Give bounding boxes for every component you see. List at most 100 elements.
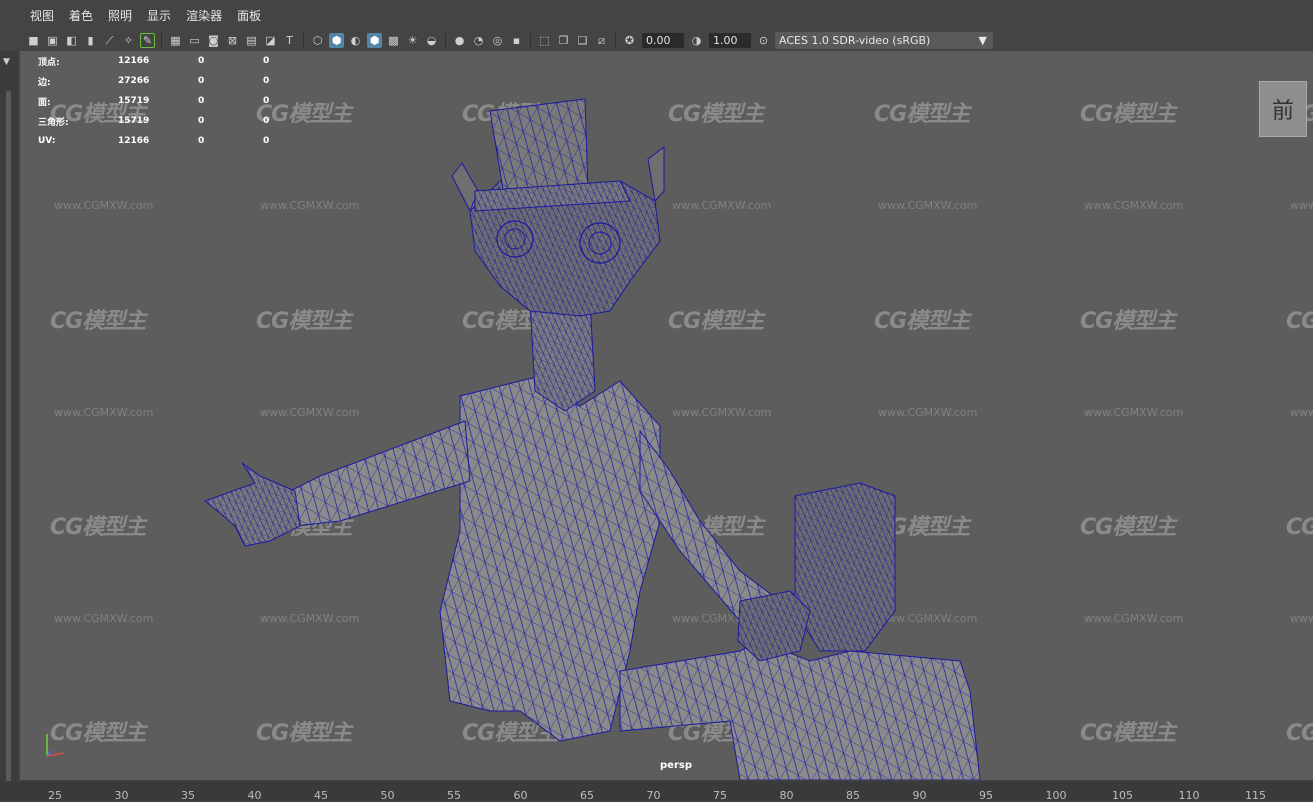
hud-value: 0 <box>198 76 205 86</box>
timeline-tick-label: 45 <box>314 789 328 802</box>
panel-toolbar: ■ ▣ ◧ ▮ ⟋ ✧ ✎ ▦ ▭ ◙ ⊠ ▤ ◪ T ⬡ ⬢ ◐ ⬢ ▩ ☀ … <box>0 30 1313 51</box>
hud-row: 边: 27266 0 0 <box>38 71 293 91</box>
menu-renderer[interactable]: 渲染器 <box>186 7 222 24</box>
wireframe-model <box>203 98 981 780</box>
viewport-persp[interactable]: CG模型主CG模型主CG模型主CG模型主CG模型主CG模型主CG模型主www.C… <box>20 51 1313 780</box>
hud-value: 0 <box>198 116 205 126</box>
toolbar-divider <box>615 33 616 48</box>
xray-joints-icon[interactable]: ❑ <box>575 33 590 48</box>
timeline-tick-label: 30 <box>114 789 129 802</box>
hud-value: 15719 <box>118 116 150 126</box>
wireframe-on-shaded-icon[interactable]: ⬢ <box>367 33 382 48</box>
wireframe-icon[interactable]: ⬡ <box>310 33 325 48</box>
hud-row: UV: 12166 0 0 <box>38 131 293 151</box>
timeline-tick-label: 85 <box>846 789 860 802</box>
hud-value: 12166 <box>118 56 150 66</box>
grease-pencil-icon[interactable]: ✧ <box>121 33 136 48</box>
timeline-tick-label: 55 <box>447 789 461 802</box>
time-slider[interactable]: 25 30 35 40 45 50 55 60 65 70 75 80 85 90 95 100 105 110 1… <box>0 781 1313 802</box>
timeline-tick-label: 110 <box>1178 789 1200 802</box>
safe-title-icon[interactable]: T <box>282 33 297 48</box>
timeline-tick-label: 115 <box>1245 789 1266 802</box>
camera-attributes-icon[interactable]: ▣ <box>45 33 60 48</box>
hud-value: 0 <box>263 56 270 66</box>
timeline-tick-label: 75 <box>713 789 727 802</box>
hud-value: 0 <box>198 56 205 66</box>
depth-of-field-icon[interactable]: ▪ <box>509 33 524 48</box>
timeline-tick-label: 95 <box>979 789 993 802</box>
menu-panels[interactable]: 面板 <box>237 7 261 24</box>
select-camera-icon[interactable]: ■ <box>26 33 41 48</box>
hud-value: 12166 <box>118 136 150 146</box>
xray-components-icon[interactable]: ⧄ <box>594 33 609 48</box>
hud-value: 0 <box>263 76 270 86</box>
timeline-tick-label: 35 <box>181 789 195 802</box>
isolate-select-icon[interactable]: ⬚ <box>537 33 552 48</box>
timeline-tick-label: 70 <box>646 789 661 802</box>
hud-value: 0 <box>263 96 270 106</box>
exposure-field[interactable]: 0.00 <box>642 33 684 48</box>
shadows-icon[interactable]: ◒ <box>424 33 439 48</box>
camera-label: persp <box>660 760 692 771</box>
view-cube-label: 前 <box>1271 99 1294 124</box>
toolbar-divider <box>445 33 446 48</box>
field-chart-icon[interactable]: ▤ <box>244 33 259 48</box>
two-d-pan-icon[interactable]: ⟋ <box>102 33 117 48</box>
anti-aliasing-icon[interactable]: ◎ <box>490 33 505 48</box>
pencil-icon[interactable]: ✎ <box>140 33 155 48</box>
gate-mask-icon[interactable]: ⊠ <box>225 33 240 48</box>
view-cube[interactable]: 前 <box>1259 81 1307 137</box>
timeline-tick-label: 65 <box>580 789 594 802</box>
menu-show[interactable]: 显示 <box>147 7 171 24</box>
chevron-down-icon: ▼ <box>978 34 987 47</box>
menu-view[interactable]: 视图 <box>30 7 54 24</box>
grid-icon[interactable]: ▦ <box>168 33 183 48</box>
menu-shading[interactable]: 着色 <box>69 7 93 24</box>
toolbar-divider <box>303 33 304 48</box>
default-material-icon[interactable]: ◐ <box>348 33 363 48</box>
menu-bar: 视图 着色 照明 显示 渲染器 面板 <box>0 0 1313 30</box>
hud-value: 27266 <box>118 76 150 86</box>
hud-value: 15719 <box>118 96 150 106</box>
vertical-scrollbar[interactable] <box>6 91 11 791</box>
gamma-icon[interactable]: ◑ <box>689 33 704 48</box>
hud-label: 顶点: <box>38 57 60 68</box>
toolbar-divider <box>530 33 531 48</box>
view-transform-value: ACES 1.0 SDR-video (sRGB) <box>779 34 931 47</box>
exposure-icon[interactable]: ✪ <box>622 33 637 48</box>
motion-blur-icon[interactable]: ◔ <box>471 33 486 48</box>
timeline-tick-label: 80 <box>779 789 794 802</box>
lights-icon[interactable]: ☀ <box>405 33 420 48</box>
film-gate-icon[interactable]: ▭ <box>187 33 202 48</box>
axis-gizmo <box>46 734 65 757</box>
timeline-tick-label: 25 <box>48 789 62 802</box>
hud-label: 边: <box>38 77 51 88</box>
safe-action-icon[interactable]: ◪ <box>263 33 278 48</box>
color-management-icon[interactable]: ⊙ <box>756 33 771 48</box>
smooth-shade-icon[interactable]: ⬢ <box>329 33 344 48</box>
bookmark-icon[interactable]: ◧ <box>64 33 79 48</box>
expand-arrow-icon[interactable]: ▼ <box>3 57 10 67</box>
timeline-tick-label: 100 <box>1045 789 1067 802</box>
ambient-occlusion-icon[interactable]: ● <box>452 33 467 48</box>
hud-row: 三角形: 15719 0 0 <box>38 111 293 131</box>
timeline-tick-label: 60 <box>513 789 528 802</box>
timeline-tick-label: 40 <box>247 789 262 802</box>
image-plane-icon[interactable]: ▮ <box>83 33 98 48</box>
hud-label: UV: <box>38 136 56 146</box>
gamma-field[interactable]: 1.00 <box>709 33 751 48</box>
hud-value: 0 <box>198 136 205 146</box>
hud-value: 0 <box>198 96 205 106</box>
timeline-tick-label: 105 <box>1112 789 1133 802</box>
poly-count-hud: 顶点: 12166 0 0 边: 27266 0 0 面: 15719 0 0 三角形: 15719 0 0 U… <box>38 51 293 151</box>
resolution-gate-icon[interactable]: ◙ <box>206 33 221 48</box>
hud-label: 面: <box>38 97 51 108</box>
hud-row: 面: 15719 0 0 <box>38 91 293 111</box>
hud-label: 三角形: <box>38 117 69 128</box>
menu-lighting[interactable]: 照明 <box>108 7 132 24</box>
view-transform-dropdown[interactable]: ACES 1.0 SDR-video (sRGB) ▼ <box>775 32 993 49</box>
timeline-tick-label: 90 <box>912 789 927 802</box>
xray-icon[interactable]: ❐ <box>556 33 571 48</box>
textured-icon[interactable]: ▩ <box>386 33 401 48</box>
character-tall <box>203 98 781 742</box>
